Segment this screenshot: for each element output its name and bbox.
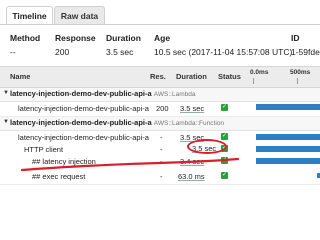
timeline-bar[interactable] <box>256 104 320 110</box>
duration-label: Duration <box>106 33 141 43</box>
timeline-bar[interactable] <box>256 146 320 152</box>
column-duration[interactable]: Duration <box>176 72 207 81</box>
status-ok-icon: ✓ <box>221 133 228 140</box>
method-value: -- <box>10 47 16 57</box>
group-title-text: latency-injection-demo-dev-public-api-a <box>10 118 152 127</box>
tab-timeline[interactable]: Timeline <box>6 6 53 25</box>
duration-value: 3.5 sec <box>106 47 134 57</box>
id-label: ID <box>291 33 300 43</box>
segment-name[interactable]: latency-injection-demo-dev-public-api-a <box>18 104 149 113</box>
annotation-underline <box>20 157 240 172</box>
axis-tick-end <box>297 78 298 84</box>
timeline-bar[interactable] <box>256 134 320 140</box>
tab-bar: Timeline Raw data <box>0 0 320 26</box>
response-value: 200 <box>55 47 70 57</box>
column-status[interactable]: Status <box>218 72 241 81</box>
segment-response: 200 <box>156 104 169 113</box>
segment-response: - <box>160 133 163 142</box>
group-title-text: latency-injection-demo-dev-public-api-a <box>10 89 152 98</box>
axis-start-label: 0.0ms <box>250 69 269 76</box>
column-name[interactable]: Name <box>10 72 30 81</box>
group-title-lambda: latency-injection-demo-dev-public-api-a … <box>10 89 195 98</box>
group-title-function: latency-injection-demo-dev-public-api-a … <box>10 118 224 127</box>
response-label: Response <box>55 33 96 43</box>
annotation-stroke <box>20 157 240 172</box>
age-label: Age <box>154 33 171 43</box>
axis-tick-start <box>253 78 254 84</box>
collapse-caret-icon[interactable]: ▼ <box>3 90 9 96</box>
collapse-caret-icon[interactable]: ▼ <box>3 119 9 125</box>
group-origin-text: AWS::Lambda <box>153 91 196 98</box>
id-value: 1-59fde <box>291 47 320 57</box>
segment-name[interactable]: latency-injection-demo-dev-public-api-a <box>18 133 149 142</box>
tab-divider <box>0 24 320 25</box>
segment-duration[interactable]: 3.5 sec <box>180 104 204 113</box>
column-res[interactable]: Res. <box>150 72 166 81</box>
group-origin-text: AWS::Lambda::Function <box>153 120 224 127</box>
method-label: Method <box>10 33 41 43</box>
age-value: 10.5 sec (2017-11-04 15:57:08 UTC) <box>154 47 293 57</box>
tab-raw-data[interactable]: Raw data <box>54 6 105 25</box>
timeline-bar[interactable] <box>256 158 320 164</box>
row-divider <box>0 184 320 185</box>
axis-end-label: 500ms <box>290 69 311 76</box>
status-ok-icon: ✓ <box>221 104 228 111</box>
